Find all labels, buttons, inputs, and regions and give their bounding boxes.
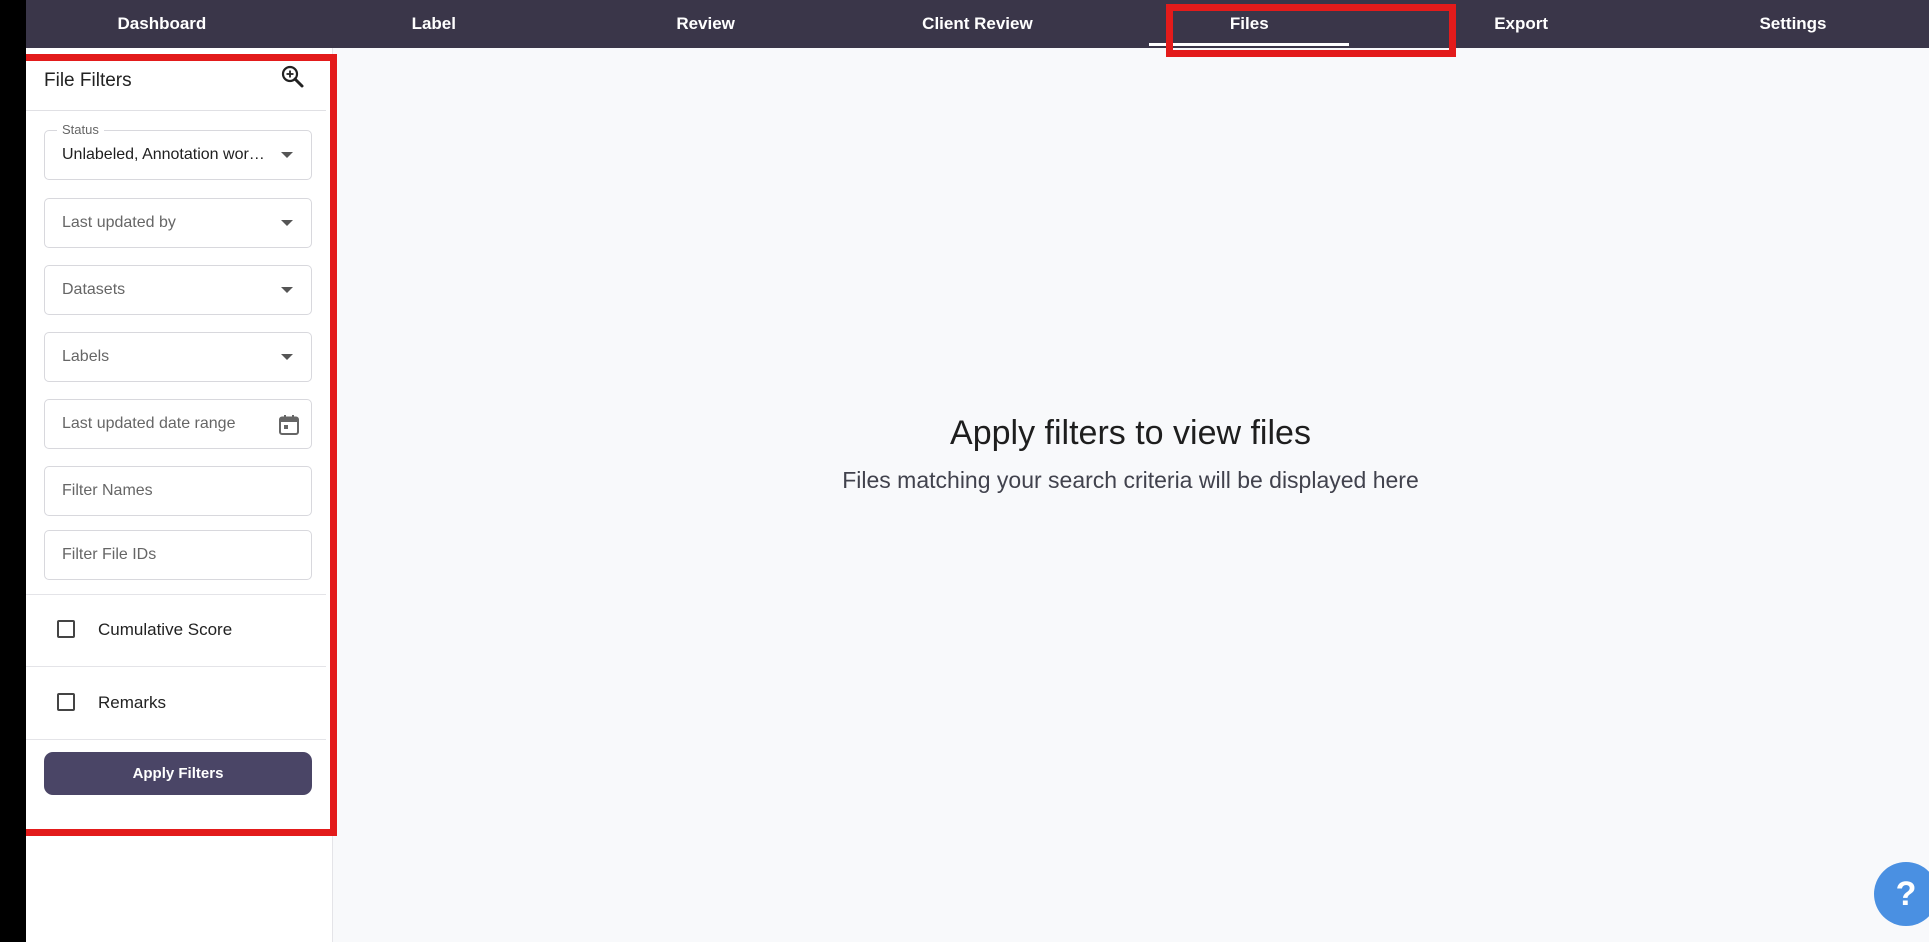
- checkbox-box[interactable]: [57, 693, 75, 711]
- filter-file-ids-input[interactable]: Filter File IDs: [44, 530, 312, 580]
- tab-files[interactable]: Files: [1129, 0, 1369, 48]
- file-filters-panel: File Filters Status Unlabeled, Annotatio…: [26, 58, 326, 824]
- datasets-select[interactable]: Datasets: [44, 265, 312, 315]
- tab-dashboard[interactable]: Dashboard: [42, 0, 282, 48]
- calendar-icon[interactable]: [277, 413, 301, 437]
- top-navigation: Dashboard Label Review Client Review Fil…: [26, 0, 1929, 48]
- tab-settings[interactable]: Settings: [1673, 0, 1913, 48]
- remarks-label: Remarks: [98, 693, 167, 712]
- datasets-placeholder: Datasets: [62, 281, 126, 298]
- filter-names-placeholder: Filter Names: [62, 482, 153, 499]
- date-range-placeholder: Last updated date range: [62, 415, 236, 432]
- remarks-checkbox[interactable]: Remarks: [26, 667, 326, 739]
- labels-placeholder: Labels: [62, 348, 110, 365]
- status-value: Unlabeled, Annotation wor…: [62, 146, 265, 163]
- zoom-in-icon[interactable]: [280, 64, 306, 90]
- status-select[interactable]: Status Unlabeled, Annotation wor…: [44, 122, 312, 180]
- tab-label[interactable]: Label: [314, 0, 554, 48]
- cumulative-score-label: Cumulative Score: [98, 620, 233, 639]
- apply-filters-button[interactable]: Apply Filters: [44, 752, 312, 795]
- caret-down-icon: [281, 287, 293, 293]
- caret-down-icon: [281, 220, 293, 226]
- checkbox-box[interactable]: [57, 620, 75, 638]
- tab-export[interactable]: Export: [1401, 0, 1641, 48]
- tab-review[interactable]: Review: [586, 0, 826, 48]
- last-updated-by-placeholder: Last updated by: [62, 214, 176, 231]
- date-range-input[interactable]: Last updated date range: [44, 399, 312, 449]
- divider: [26, 739, 326, 740]
- help-button[interactable]: ?: [1874, 862, 1929, 926]
- filter-names-input[interactable]: Filter Names: [44, 466, 312, 516]
- empty-state-subtitle: Files matching your search criteria will…: [842, 467, 1419, 493]
- caret-down-icon: [281, 152, 293, 158]
- app-window: Dashboard Label Review Client Review Fil…: [26, 0, 1929, 942]
- labels-select[interactable]: Labels: [44, 332, 312, 382]
- cumulative-score-checkbox[interactable]: Cumulative Score: [26, 594, 326, 666]
- tab-client-review[interactable]: Client Review: [857, 0, 1097, 48]
- empty-state-title: Apply filters to view files: [950, 414, 1311, 452]
- panel-title: File Filters: [44, 70, 132, 91]
- last-updated-by-select[interactable]: Last updated by: [44, 198, 312, 248]
- filter-file-ids-placeholder: Filter File IDs: [62, 546, 157, 563]
- caret-down-icon: [281, 354, 293, 360]
- panel-header: File Filters: [26, 58, 326, 111]
